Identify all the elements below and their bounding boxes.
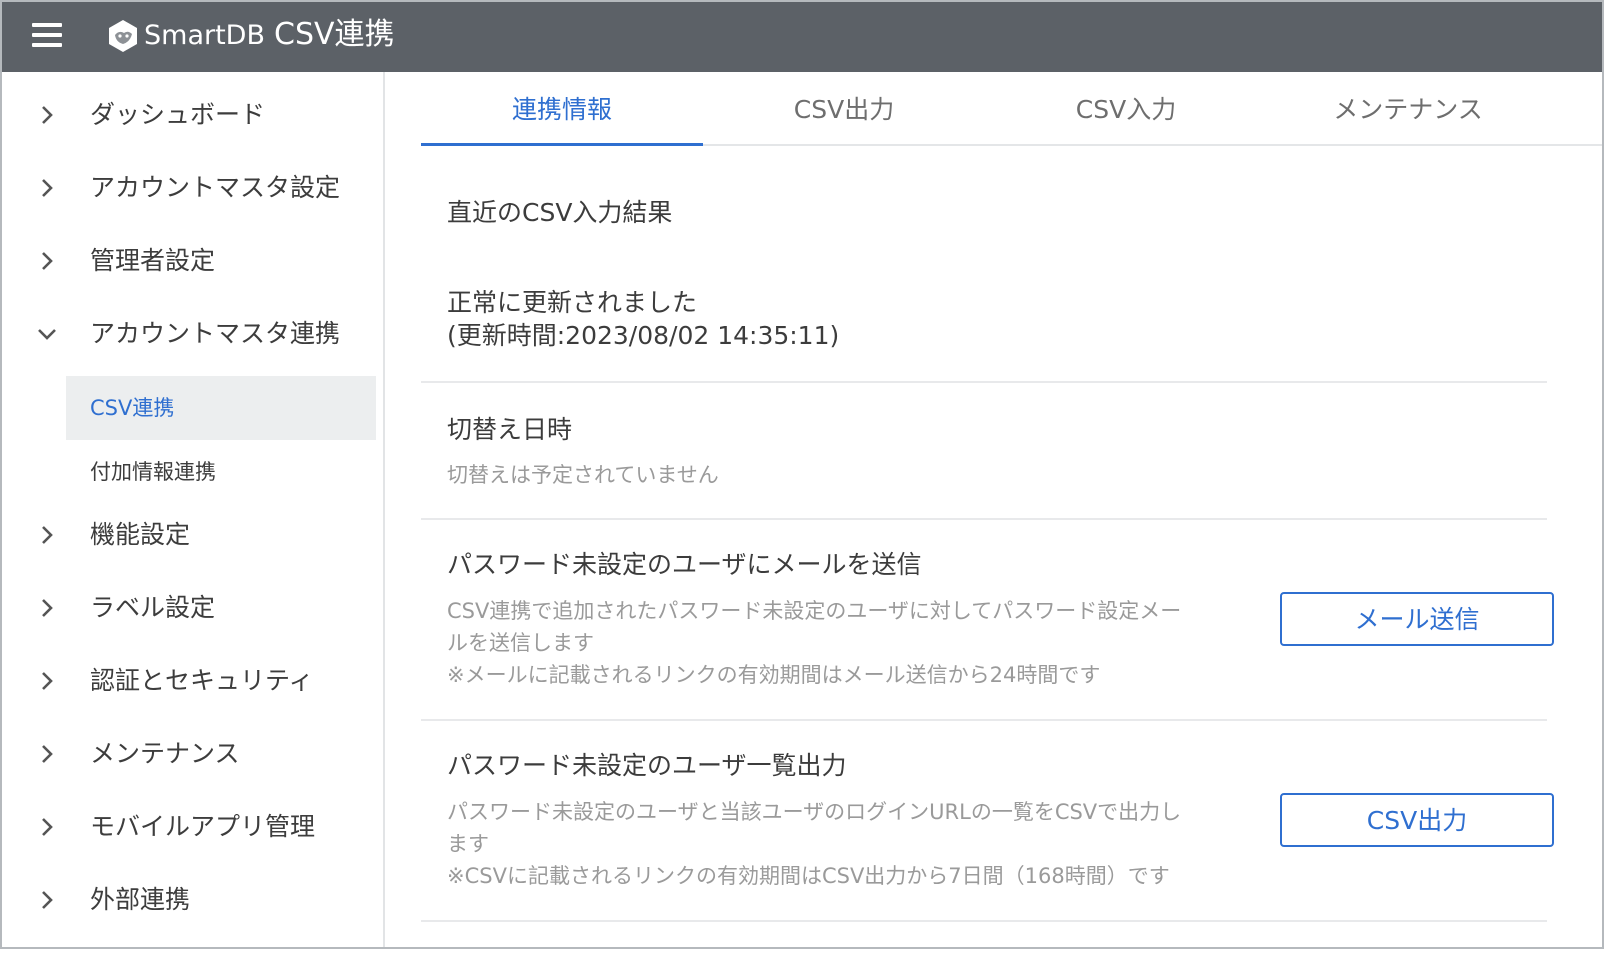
tab-csv-output[interactable]: CSV出力 <box>703 72 985 146</box>
tab-csv-input[interactable]: CSV入力 <box>985 72 1267 146</box>
switch-date-title: 切替え日時 <box>447 415 573 444</box>
user-list-export-section: パスワード未設定のユーザ一覧出力 パスワード未設定のユーザと当該ユーザのログイン… <box>421 721 1554 921</box>
tab-bar: 連携情報 CSV出力 CSV入力 メンテナンス <box>421 72 1602 146</box>
sidebar-item-label: アカウントマスタ連携 <box>90 319 341 348</box>
tab-integration-info[interactable]: 連携情報 <box>421 72 703 146</box>
chevron-right-icon <box>42 672 53 690</box>
sidebar-item-account-master-settings[interactable]: アカウントマスタ設定 <box>2 159 383 217</box>
latest-csv-result-title: 直近のCSV入力結果 <box>447 198 673 227</box>
section-divider <box>421 920 1547 922</box>
sidebar-subitem-label: CSV連携 <box>90 396 175 420</box>
user-list-export-description: パスワード未設定のユーザと当該ユーザのログインURLの一覧をCSVで出力し <box>447 800 1182 824</box>
mail-send-description-cont: ルを送信します <box>447 631 594 655</box>
sidebar-item-label: メンテナンス <box>90 739 240 768</box>
chevron-right-icon <box>42 526 53 544</box>
mail-send-description: CSV連携で追加されたパスワード未設定のユーザに対してパスワード設定メー <box>447 599 1182 623</box>
switch-date-text: 切替えは予定されていません <box>447 463 719 487</box>
smartdb-logo-icon <box>109 20 137 52</box>
send-mail-button[interactable]: メール送信 <box>1280 592 1554 646</box>
mail-send-note: ※メールに記載されるリンクの有効期間はメール送信から24時間です <box>447 663 1101 687</box>
user-list-export-description-cont: ます <box>447 832 489 856</box>
chevron-right-icon <box>42 252 53 270</box>
top-header: SmartDB CSV連携 <box>2 2 1602 72</box>
latest-csv-result-timestamp: (更新時間:2023/08/02 14:35:11) <box>447 321 840 350</box>
sidebar-item-external-integration[interactable]: 外部連携 <box>2 871 383 929</box>
tab-maintenance[interactable]: メンテナンス <box>1267 72 1549 146</box>
chevron-down-icon <box>38 329 56 340</box>
chevron-right-icon <box>42 179 53 197</box>
sidebar-item-label: 機能設定 <box>90 520 191 549</box>
sidebar-item-admin-settings[interactable]: 管理者設定 <box>2 232 383 290</box>
sidebar-item-label: アカウントマスタ設定 <box>90 173 341 202</box>
latest-csv-result-status: 正常に更新されました <box>447 288 698 317</box>
sidebar-item-label: ラベル設定 <box>90 593 216 622</box>
csv-output-button[interactable]: CSV出力 <box>1280 793 1554 847</box>
chevron-right-icon <box>42 599 53 617</box>
sidebar-item-label: ダッシュボード <box>90 100 266 129</box>
sidebar-item-account-master-integration[interactable]: アカウントマスタ連携 <box>2 305 383 363</box>
chevron-right-icon <box>42 818 53 836</box>
sidebar-item-label: 管理者設定 <box>90 246 216 275</box>
sidebar-item-label: 認証とセキュリティ <box>90 666 314 695</box>
sidebar: ダッシュボード アカウントマスタ設定 管理者設定 アカウントマスタ連携 CSV連… <box>2 72 385 947</box>
chevron-right-icon <box>42 745 53 763</box>
page-title: CSV連携 <box>274 17 395 52</box>
sidebar-item-label: モバイルアプリ管理 <box>90 812 316 841</box>
mail-send-title: パスワード未設定のユーザにメールを送信 <box>447 550 922 579</box>
latest-csv-result-section: 直近のCSV入力結果 正常に更新されました (更新時間:2023/08/02 1… <box>421 146 1547 382</box>
sidebar-subitem-label: 付加情報連携 <box>90 460 216 484</box>
user-list-export-title: パスワード未設定のユーザ一覧出力 <box>447 751 847 780</box>
sidebar-item-auth-security[interactable]: 認証とセキュリティ <box>2 652 383 710</box>
chevron-right-icon <box>42 106 53 124</box>
main-content: 連携情報 CSV出力 CSV入力 メンテナンス 直近のCSV入力結果 正常に更新… <box>385 72 1602 947</box>
user-list-export-note: ※CSVに記載されるリンクの有効期間はCSV出力から7日間（168時間）です <box>447 864 1170 888</box>
sidebar-item-label: 外部連携 <box>90 885 191 914</box>
sidebar-subitem-csv-integration[interactable]: CSV連携 <box>66 376 376 440</box>
brand-name: SmartDB <box>144 20 265 51</box>
sidebar-item-label-settings[interactable]: ラベル設定 <box>2 579 383 637</box>
sidebar-item-dashboard[interactable]: ダッシュボード <box>2 86 383 144</box>
chevron-right-icon <box>42 891 53 909</box>
switch-date-section: 切替え日時 切替えは予定されていません <box>421 383 1547 519</box>
app-window: SmartDB CSV連携 ダッシュボード アカウントマスタ設定 管理者設定 ア… <box>0 0 1604 949</box>
hamburger-icon[interactable] <box>32 22 62 48</box>
mail-send-section: パスワード未設定のユーザにメールを送信 CSV連携で追加されたパスワード未設定の… <box>421 520 1554 720</box>
sidebar-item-function-settings[interactable]: 機能設定 <box>2 506 383 564</box>
sidebar-subitem-additional-info-integration[interactable]: 付加情報連携 <box>66 440 376 504</box>
sidebar-item-mobile-app[interactable]: モバイルアプリ管理 <box>2 798 383 856</box>
sidebar-item-maintenance[interactable]: メンテナンス <box>2 725 383 783</box>
